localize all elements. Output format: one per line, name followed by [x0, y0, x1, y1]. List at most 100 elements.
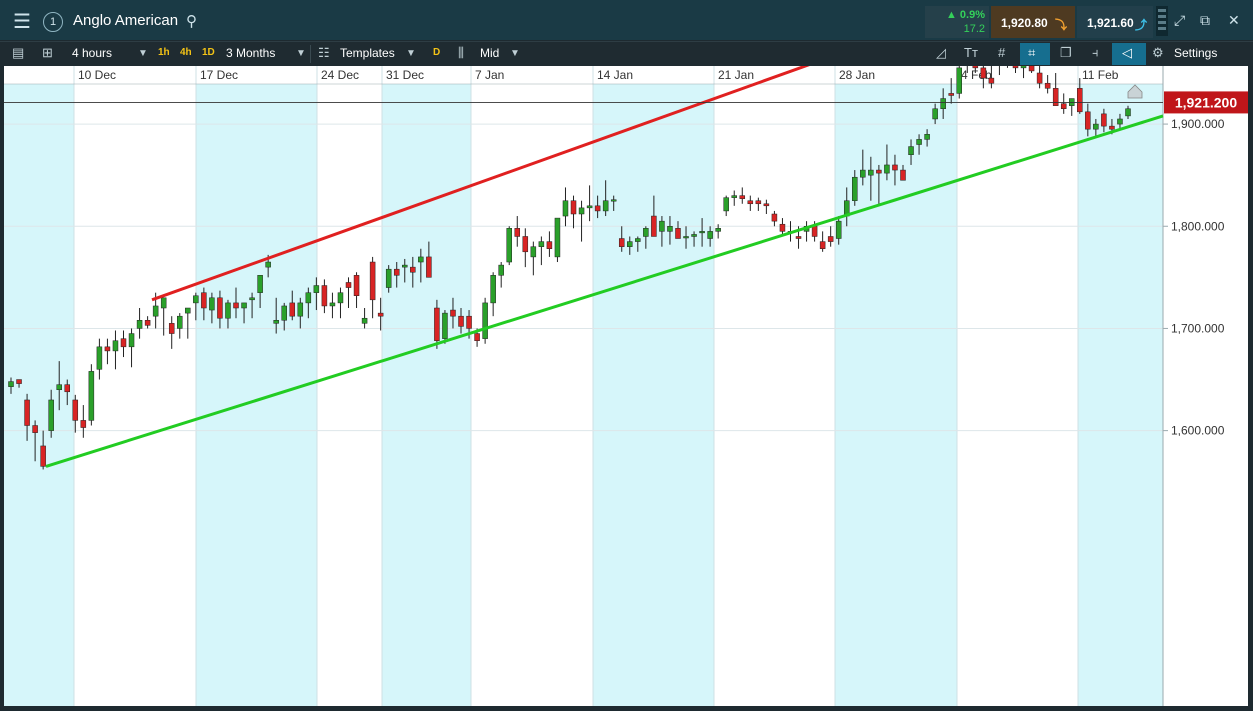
candle-up — [490, 275, 496, 304]
candle-down — [988, 77, 995, 84]
candle-up — [265, 261, 271, 268]
candle-up — [402, 264, 408, 268]
candlestick-chart[interactable]: 10 Dec 17 Dec 24 Dec 31 Dec 7 Jan 14 Jan 21 Ja… — [4, 0, 1248, 706]
chevron-down-icon[interactable]: ▼ — [406, 48, 416, 59]
sell-price: 1,920.80 — [1001, 16, 1048, 30]
quick-1d-button[interactable]: 1D — [202, 47, 215, 58]
instrument-title[interactable]: Anglo American — [73, 12, 178, 29]
x-tick-label: 4 Feb — [961, 68, 992, 82]
interval-select[interactable]: 4 hours — [72, 46, 112, 60]
candle-up — [209, 297, 215, 311]
candle-down — [377, 312, 384, 317]
candle-up — [707, 231, 713, 239]
draw-line-icon[interactable]: ◿ — [936, 45, 946, 61]
week-shade — [382, 84, 471, 706]
close-icon[interactable]: ✕ — [1228, 12, 1240, 29]
candle-down — [747, 200, 754, 205]
badge-number[interactable]: 1 — [43, 12, 63, 32]
candle-up — [1093, 123, 1099, 130]
templates-button[interactable]: Templates — [340, 46, 395, 60]
candle-up — [249, 297, 255, 301]
chart-toolbar: ▤ ⊞ 4 hours ▼ 1h 4h 1D 3 Months ▼ ☷ Temp… — [0, 41, 1253, 66]
chevron-down-icon[interactable]: ▼ — [510, 48, 520, 59]
candle-up — [1125, 108, 1131, 117]
search-icon[interactable]: ⚲ — [186, 12, 197, 30]
candle-up — [88, 371, 95, 421]
candle-up — [530, 246, 537, 258]
candle-down — [618, 238, 625, 247]
x-tick-labels: 10 Dec 17 Dec 24 Dec 31 Dec 7 Jan 14 Jan 21 Ja… — [78, 68, 1119, 82]
layers-icon[interactable]: ❐ — [1060, 45, 1072, 61]
buy-button[interactable]: 1,921.60 ⤴ — [1077, 6, 1153, 38]
candle-up — [385, 268, 392, 288]
text-size-icon[interactable]: Tт — [964, 45, 978, 60]
candle-up — [361, 317, 368, 324]
candle-down — [1101, 113, 1107, 127]
candle-down — [651, 215, 657, 237]
candle-up — [860, 169, 866, 178]
candle-down — [819, 241, 826, 249]
quick-1h-button[interactable]: 1h — [158, 47, 170, 58]
candle-up — [506, 228, 512, 263]
popout-icon[interactable]: ⧉ — [1200, 12, 1210, 29]
candle-up — [313, 285, 320, 293]
candle-down — [811, 226, 818, 237]
d-button[interactable]: D — [433, 47, 440, 58]
templates-icon[interactable]: ☷ — [318, 45, 330, 61]
candle-up — [1117, 118, 1123, 125]
candle-up — [225, 302, 231, 319]
candle-up — [691, 234, 697, 237]
candle-up — [56, 384, 62, 390]
depth-indicator — [1156, 6, 1168, 36]
candle-down — [1060, 103, 1067, 110]
price-type-select[interactable]: Mid — [480, 46, 499, 60]
candle-icon[interactable]: ⫞ — [1092, 45, 1099, 61]
candle-up — [940, 98, 946, 110]
candle-down — [104, 346, 111, 352]
candle-up — [562, 200, 569, 217]
candle-down — [369, 261, 376, 301]
candle-down — [72, 399, 79, 421]
quick-4h-button[interactable]: 4h — [180, 47, 192, 58]
candle-up — [538, 241, 545, 247]
candle-up — [273, 320, 279, 324]
grid-icon[interactable]: # — [998, 45, 1005, 60]
candle-down — [466, 315, 472, 329]
candle-down — [779, 223, 786, 232]
candle-up — [715, 228, 721, 232]
candle-type-icon[interactable]: ⫼ — [458, 45, 464, 61]
candle-down — [289, 302, 296, 317]
chart-area[interactable]: 10 Dec 17 Dec 24 Dec 31 Dec 7 Jan 14 Jan 21 Ja… — [4, 0, 1248, 706]
week-shading — [4, 84, 1163, 706]
candle-down — [201, 292, 207, 309]
top-bar: ☰ 1 Anglo American ⚲ ▲ 0.9% 17.2 1,920.8… — [0, 0, 1253, 40]
range-select[interactable]: 3 Months — [226, 46, 275, 60]
candle-down — [217, 297, 223, 319]
sell-button[interactable]: 1,920.80 ⤵ — [991, 6, 1075, 38]
chevron-down-icon[interactable]: ▼ — [296, 48, 306, 59]
list-icon[interactable]: ▤ — [12, 45, 24, 61]
y-tick-labels: 2,100.0002,000.0001,900.0001,800.0001,70… — [1171, 15, 1225, 438]
x-tick-label: 11 Feb — [1082, 68, 1119, 82]
candle-down — [24, 399, 30, 426]
gear-icon[interactable]: ⚙ — [1152, 45, 1164, 61]
candle-down — [594, 205, 601, 212]
settings-button[interactable]: Settings — [1174, 46, 1217, 60]
buy-arrow-icon: ⤴ — [1135, 18, 1148, 32]
chevron-down-icon[interactable]: ▼ — [138, 48, 148, 59]
menu-icon[interactable]: ☰ — [7, 7, 37, 37]
candle-up — [482, 302, 488, 339]
week-shade — [4, 84, 74, 706]
layout-icon[interactable]: ⊞ — [42, 45, 53, 61]
candle-down — [755, 200, 762, 205]
expand-icon[interactable]: ⤢ — [1174, 12, 1185, 29]
candle-down — [795, 236, 802, 239]
week-shade — [1078, 84, 1163, 706]
candle-up — [924, 134, 930, 140]
candle-up — [185, 307, 191, 314]
crosshair-icon: ⌗ — [1028, 45, 1036, 60]
x-tick-label: 10 Dec — [78, 68, 116, 82]
candle-down — [1036, 72, 1043, 84]
candle-up — [128, 333, 135, 348]
candle-down — [120, 338, 127, 348]
